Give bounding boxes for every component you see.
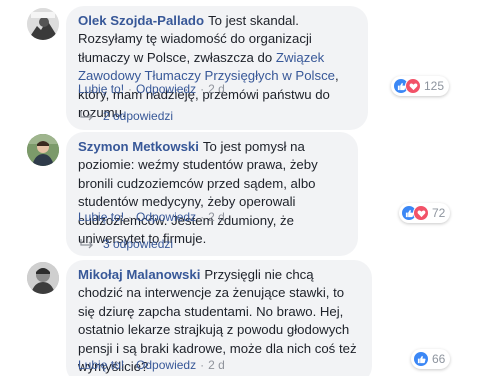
comment-author[interactable]: Szymon Metkowski: [78, 139, 199, 154]
view-replies-link[interactable]: 2 odpowiedzi: [80, 109, 173, 123]
comment-text: To jest pomysł na poziomie: weźmy studen…: [78, 139, 318, 247]
separator: ·: [200, 82, 205, 96]
separator: ·: [128, 358, 133, 372]
comment-actions: Lubię to! · Odpowiedz · 2 d: [78, 358, 225, 372]
reaction-count: 125: [424, 79, 445, 93]
like-icon: [413, 351, 429, 367]
avatar[interactable]: [27, 262, 59, 294]
reply-arrow-icon: [80, 239, 93, 249]
comment-author[interactable]: Mikołaj Malanowski: [78, 267, 200, 282]
separator: ·: [200, 358, 205, 372]
like-link[interactable]: Lubię to!: [78, 210, 124, 224]
replies-count-label[interactable]: 2 odpowiedzi: [103, 109, 173, 123]
timestamp[interactable]: 2 d: [208, 358, 225, 372]
reactions-summary[interactable]: 125: [391, 76, 450, 96]
comment-actions: Lubię to! · Odpowiedz · 2 d: [78, 82, 225, 96]
avatar[interactable]: [27, 8, 59, 40]
timestamp[interactable]: 2 d: [208, 210, 225, 224]
love-icon: [413, 205, 429, 221]
separator: ·: [128, 210, 133, 224]
view-replies-link[interactable]: 3 odpowiedzi: [80, 237, 173, 251]
separator: ·: [128, 82, 133, 96]
comment-actions: Lubię to! · Odpowiedz · 2 d: [78, 210, 225, 224]
avatar[interactable]: [27, 134, 59, 166]
reply-link[interactable]: Odpowiedz: [136, 82, 196, 96]
like-link[interactable]: Lubię to!: [78, 358, 124, 372]
timestamp[interactable]: 2 d: [208, 82, 225, 96]
separator: ·: [200, 210, 205, 224]
reaction-count: 72: [432, 206, 446, 220]
replies-count-label[interactable]: 3 odpowiedzi: [103, 237, 173, 251]
reactions-summary[interactable]: 72: [399, 203, 451, 223]
reply-link[interactable]: Odpowiedz: [136, 210, 196, 224]
reactions-summary[interactable]: 66: [411, 349, 451, 369]
like-link[interactable]: Lubię to!: [78, 82, 124, 96]
reply-arrow-icon: [80, 111, 93, 121]
reply-link[interactable]: Odpowiedz: [136, 358, 196, 372]
reaction-count: 66: [432, 352, 446, 366]
comment-author[interactable]: Olek Szojda-Pallado: [78, 13, 204, 28]
love-icon: [405, 78, 421, 94]
